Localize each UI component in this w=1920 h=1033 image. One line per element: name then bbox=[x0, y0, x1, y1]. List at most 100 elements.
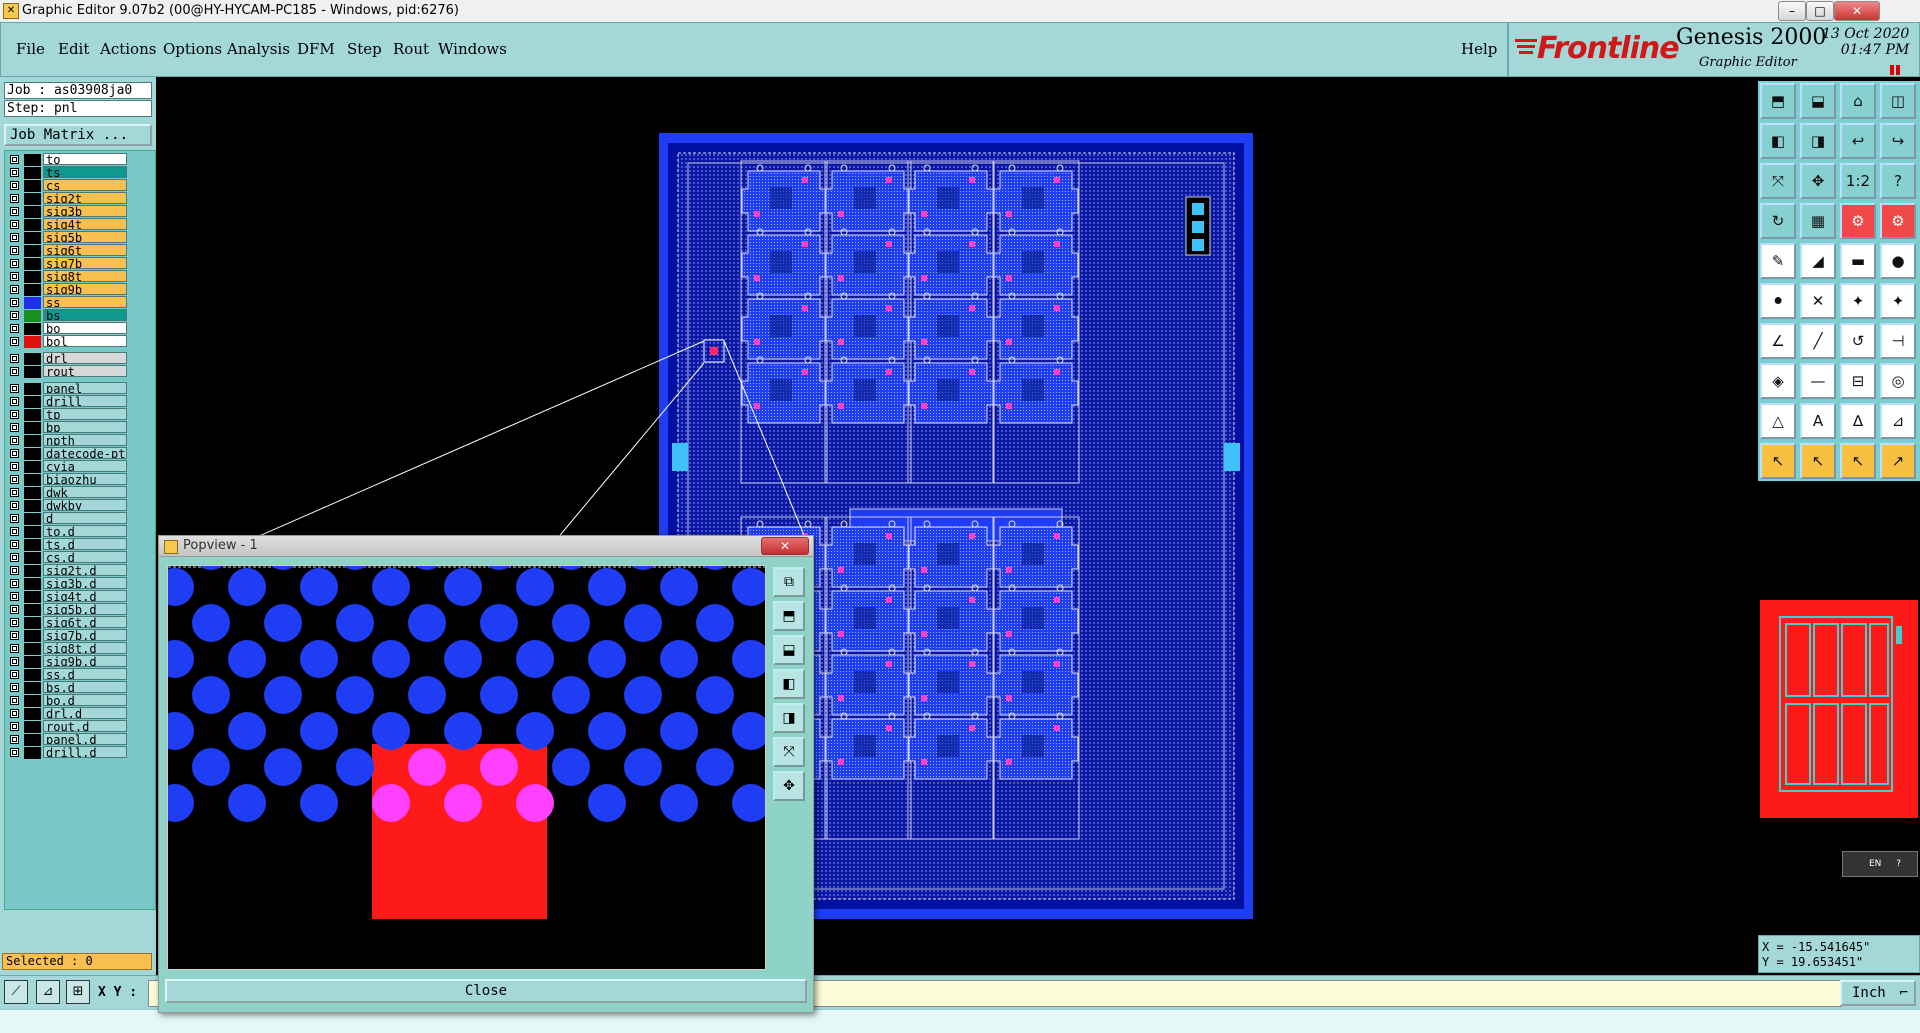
layer-name[interactable]: sig6t.d bbox=[43, 616, 127, 628]
select-icon[interactable]: ↖ bbox=[1760, 443, 1796, 479]
layer-color-swatch[interactable] bbox=[24, 461, 41, 473]
layer-checkbox[interactable] bbox=[10, 194, 19, 203]
layer-name[interactable]: npth bbox=[43, 434, 127, 446]
layer-name[interactable]: panel bbox=[43, 382, 127, 394]
layer-color-swatch[interactable] bbox=[24, 630, 41, 642]
layer-color-swatch[interactable] bbox=[24, 448, 41, 460]
pan-up-icon[interactable]: ⬒ bbox=[773, 601, 805, 631]
layer-color-swatch[interactable] bbox=[24, 643, 41, 655]
layer-name[interactable]: cs.d bbox=[43, 551, 127, 563]
layer-name[interactable]: sig8t.d bbox=[43, 642, 127, 654]
popview-canvas[interactable] bbox=[167, 565, 766, 970]
layer-name[interactable]: sig9b bbox=[43, 283, 127, 295]
layer-color-swatch[interactable] bbox=[24, 232, 41, 244]
layer-row-panel-d[interactable]: panel.d bbox=[5, 733, 153, 746]
layer-checkbox[interactable] bbox=[10, 709, 19, 718]
layer-color-swatch[interactable] bbox=[24, 154, 41, 166]
layer-row-dwkby[interactable]: dwkby bbox=[5, 499, 153, 512]
layer-name[interactable]: sig5b bbox=[43, 231, 127, 243]
layer-row-sig8t-d[interactable]: sig8t.d bbox=[5, 642, 153, 655]
layer-color-swatch[interactable] bbox=[24, 336, 41, 348]
layer-row-d[interactable]: d bbox=[5, 512, 153, 525]
layer-row-panel[interactable]: panel bbox=[5, 382, 153, 395]
menu-options[interactable]: Options bbox=[163, 40, 222, 58]
layer-name[interactable]: drill bbox=[43, 395, 127, 407]
layer-name[interactable]: biaozhu bbox=[43, 473, 127, 485]
layer-color-swatch[interactable] bbox=[24, 747, 41, 759]
layer-name[interactable]: sig3b.d bbox=[43, 577, 127, 589]
layer-row-npth[interactable]: npth bbox=[5, 434, 153, 447]
layer-color-swatch[interactable] bbox=[24, 708, 41, 720]
layer-checkbox[interactable] bbox=[10, 566, 19, 575]
settings-icon[interactable]: ⚙ bbox=[1840, 203, 1876, 239]
layer-color-swatch[interactable] bbox=[24, 206, 41, 218]
layer-color-swatch[interactable] bbox=[24, 513, 41, 525]
layer-color-swatch[interactable] bbox=[24, 695, 41, 707]
maximize-button[interactable]: □ bbox=[1806, 1, 1834, 21]
layer-row-biaozhu[interactable]: biaozhu bbox=[5, 473, 153, 486]
layer-checkbox[interactable] bbox=[10, 285, 19, 294]
popview-close-button[interactable]: Close bbox=[165, 979, 807, 1003]
refresh-icon[interactable]: ↻ bbox=[1760, 203, 1796, 239]
menu-file[interactable]: File bbox=[16, 40, 45, 58]
layer-checkbox[interactable] bbox=[10, 605, 19, 614]
layer-checkbox[interactable] bbox=[10, 501, 19, 510]
overview-map[interactable] bbox=[1760, 600, 1918, 818]
layer-checkbox[interactable] bbox=[10, 367, 19, 376]
move-down-icon[interactable]: ⬓ bbox=[1800, 83, 1836, 119]
layer-row-bs[interactable]: bs bbox=[5, 309, 153, 322]
layer-row-sig3b[interactable]: sig3b bbox=[5, 205, 153, 218]
layer-color-swatch[interactable] bbox=[24, 409, 41, 421]
layer-checkbox[interactable] bbox=[10, 644, 19, 653]
layer-row-ss-d[interactable]: ss.d bbox=[5, 668, 153, 681]
layer-row-sig9b-d[interactable]: sig9b.d bbox=[5, 655, 153, 668]
layer-name[interactable]: sig4t.d bbox=[43, 590, 127, 602]
layer-checkbox[interactable] bbox=[10, 696, 19, 705]
unit-selector[interactable]: Inch ⌐ bbox=[1840, 980, 1916, 1006]
layer-color-swatch[interactable] bbox=[24, 193, 41, 205]
layer-color-swatch[interactable] bbox=[24, 219, 41, 231]
layer-checkbox[interactable] bbox=[10, 410, 19, 419]
snap-icon[interactable]: ⟋ bbox=[4, 980, 28, 1004]
layer-checkbox[interactable] bbox=[10, 246, 19, 255]
layer-name[interactable]: to.d bbox=[43, 525, 127, 537]
menu-rout[interactable]: Rout bbox=[393, 40, 429, 58]
layer-name[interactable]: drill.d bbox=[43, 746, 127, 758]
layer-color-swatch[interactable] bbox=[24, 669, 41, 681]
corner-icon[interactable]: ⊿ bbox=[1880, 403, 1916, 439]
layer-checkbox[interactable] bbox=[10, 670, 19, 679]
layer-checkbox[interactable] bbox=[10, 384, 19, 393]
layer-checkbox[interactable] bbox=[10, 488, 19, 497]
layer-checkbox[interactable] bbox=[10, 233, 19, 242]
layer-row-drill-d[interactable]: drill.d bbox=[5, 746, 153, 759]
layer-color-swatch[interactable] bbox=[24, 734, 41, 746]
layer-row-cs[interactable]: cs bbox=[5, 179, 153, 192]
triangle-icon[interactable]: △ bbox=[1760, 403, 1796, 439]
layer-name[interactable]: sig6t bbox=[43, 244, 127, 256]
layer-name[interactable]: bs bbox=[43, 309, 127, 321]
layer-color-swatch[interactable] bbox=[24, 258, 41, 270]
popview-window[interactable]: Popview - 1 ✕ ⧉ ⬒ ⬓ ◧ ◨ ⤧ ✥ Close bbox=[158, 535, 814, 1013]
layer-color-swatch[interactable] bbox=[24, 539, 41, 551]
language-bar[interactable]: EN ? bbox=[1842, 851, 1918, 877]
layer-name[interactable]: bo bbox=[43, 322, 127, 334]
move-right-icon[interactable]: ◨ bbox=[1800, 123, 1836, 159]
layer-row-sig2t[interactable]: sig2t bbox=[5, 192, 153, 205]
close-window-button[interactable]: ✕ bbox=[1834, 1, 1880, 21]
arc-icon[interactable]: ↺ bbox=[1840, 323, 1876, 359]
layer-checkbox[interactable] bbox=[10, 311, 19, 320]
layer-color-swatch[interactable] bbox=[24, 578, 41, 590]
layer-checkbox[interactable] bbox=[10, 540, 19, 549]
layer-checkbox[interactable] bbox=[10, 324, 19, 333]
layer-checkbox[interactable] bbox=[10, 722, 19, 731]
layer-checkbox[interactable] bbox=[10, 397, 19, 406]
layer-name[interactable]: cs bbox=[43, 179, 127, 191]
layer-row-sig6t[interactable]: sig6t bbox=[5, 244, 153, 257]
menu-dfm[interactable]: DFM bbox=[297, 40, 335, 58]
select-icon[interactable]: ↖ bbox=[1840, 443, 1876, 479]
layer-name[interactable]: to bbox=[43, 153, 127, 165]
layer-checkbox[interactable] bbox=[10, 181, 19, 190]
layer-checkbox[interactable] bbox=[10, 168, 19, 177]
bracket-icon[interactable]: ⊣ bbox=[1880, 323, 1916, 359]
layer-name[interactable]: drl.d bbox=[43, 707, 127, 719]
